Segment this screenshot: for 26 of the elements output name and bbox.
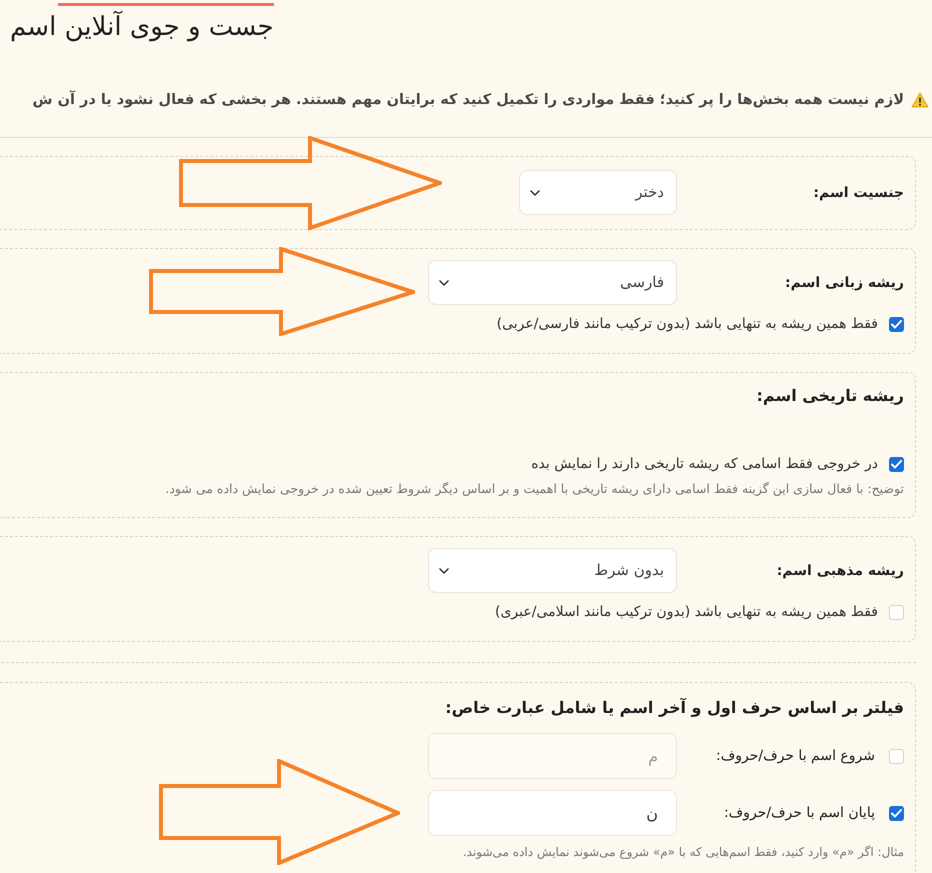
chevron-down-icon	[530, 190, 540, 196]
help-text: مثال: اگر «م» وارد کنید، فقط اسم‌هایی که با «م» شروع می‌شوند نمایش داده می‌شوند.	[462, 844, 904, 861]
text-input[interactable]: م	[428, 733, 677, 779]
field-label: جنسیت اسم:	[813, 184, 904, 202]
dropdown[interactable]: بدون شرط	[428, 548, 677, 593]
page-title: جست و جوی آنلاین اسم	[10, 11, 274, 43]
checkbox[interactable]	[889, 806, 904, 820]
checkbox[interactable]	[889, 316, 904, 332]
notice-text: لازم نیست همه بخش‌ها را پر کنید؛ فقط مواردی را تکمیل کنید که برایتان مهم هستند. هر بخشی که فعال نشود یا در آن ش	[32, 90, 904, 110]
section-heading: فیلتر بر اساس حرف اول و آخر اسم یا شامل عبارت خاص:	[445, 696, 904, 719]
field-label: ریشه زبانی اسم:	[785, 274, 904, 292]
help-text: توضیح: با فعال سازی این گزینه فقط اسامی دارای ریشه تاریخی با اهمیت و بر اساس دیگر شروط تعیین شده در خروجی نمایش داده می شود.	[165, 480, 904, 498]
section-heading: ریشه تاریخی اسم:	[756, 385, 904, 407]
checkbox[interactable]	[889, 456, 904, 472]
option-label: فقط همین ریشه به تنهایی باشد (بدون ترکیب مانند اسلامی/عبری)	[495, 603, 878, 622]
text-input[interactable]: ن	[428, 790, 677, 836]
chevron-down-icon	[439, 280, 449, 286]
chevron-down-icon	[439, 568, 449, 574]
option-label: فقط همین ریشه به تنهایی باشد (بدون ترکیب مانند فارسی/عربی)	[496, 315, 878, 334]
option-label: در خروجی فقط اسامی که ریشه تاریخی دارند را نمایش بده	[531, 455, 878, 474]
dropdown[interactable]: دختر	[519, 170, 677, 215]
field-label: ریشه مذهبی اسم:	[776, 562, 904, 580]
field-label: پایان اسم با حرف/حروف:	[724, 804, 875, 823]
dropdown[interactable]: فارسی	[428, 260, 677, 305]
warning-icon	[911, 92, 929, 108]
field-label: شروع اسم با حرف/حروف:	[716, 747, 875, 766]
